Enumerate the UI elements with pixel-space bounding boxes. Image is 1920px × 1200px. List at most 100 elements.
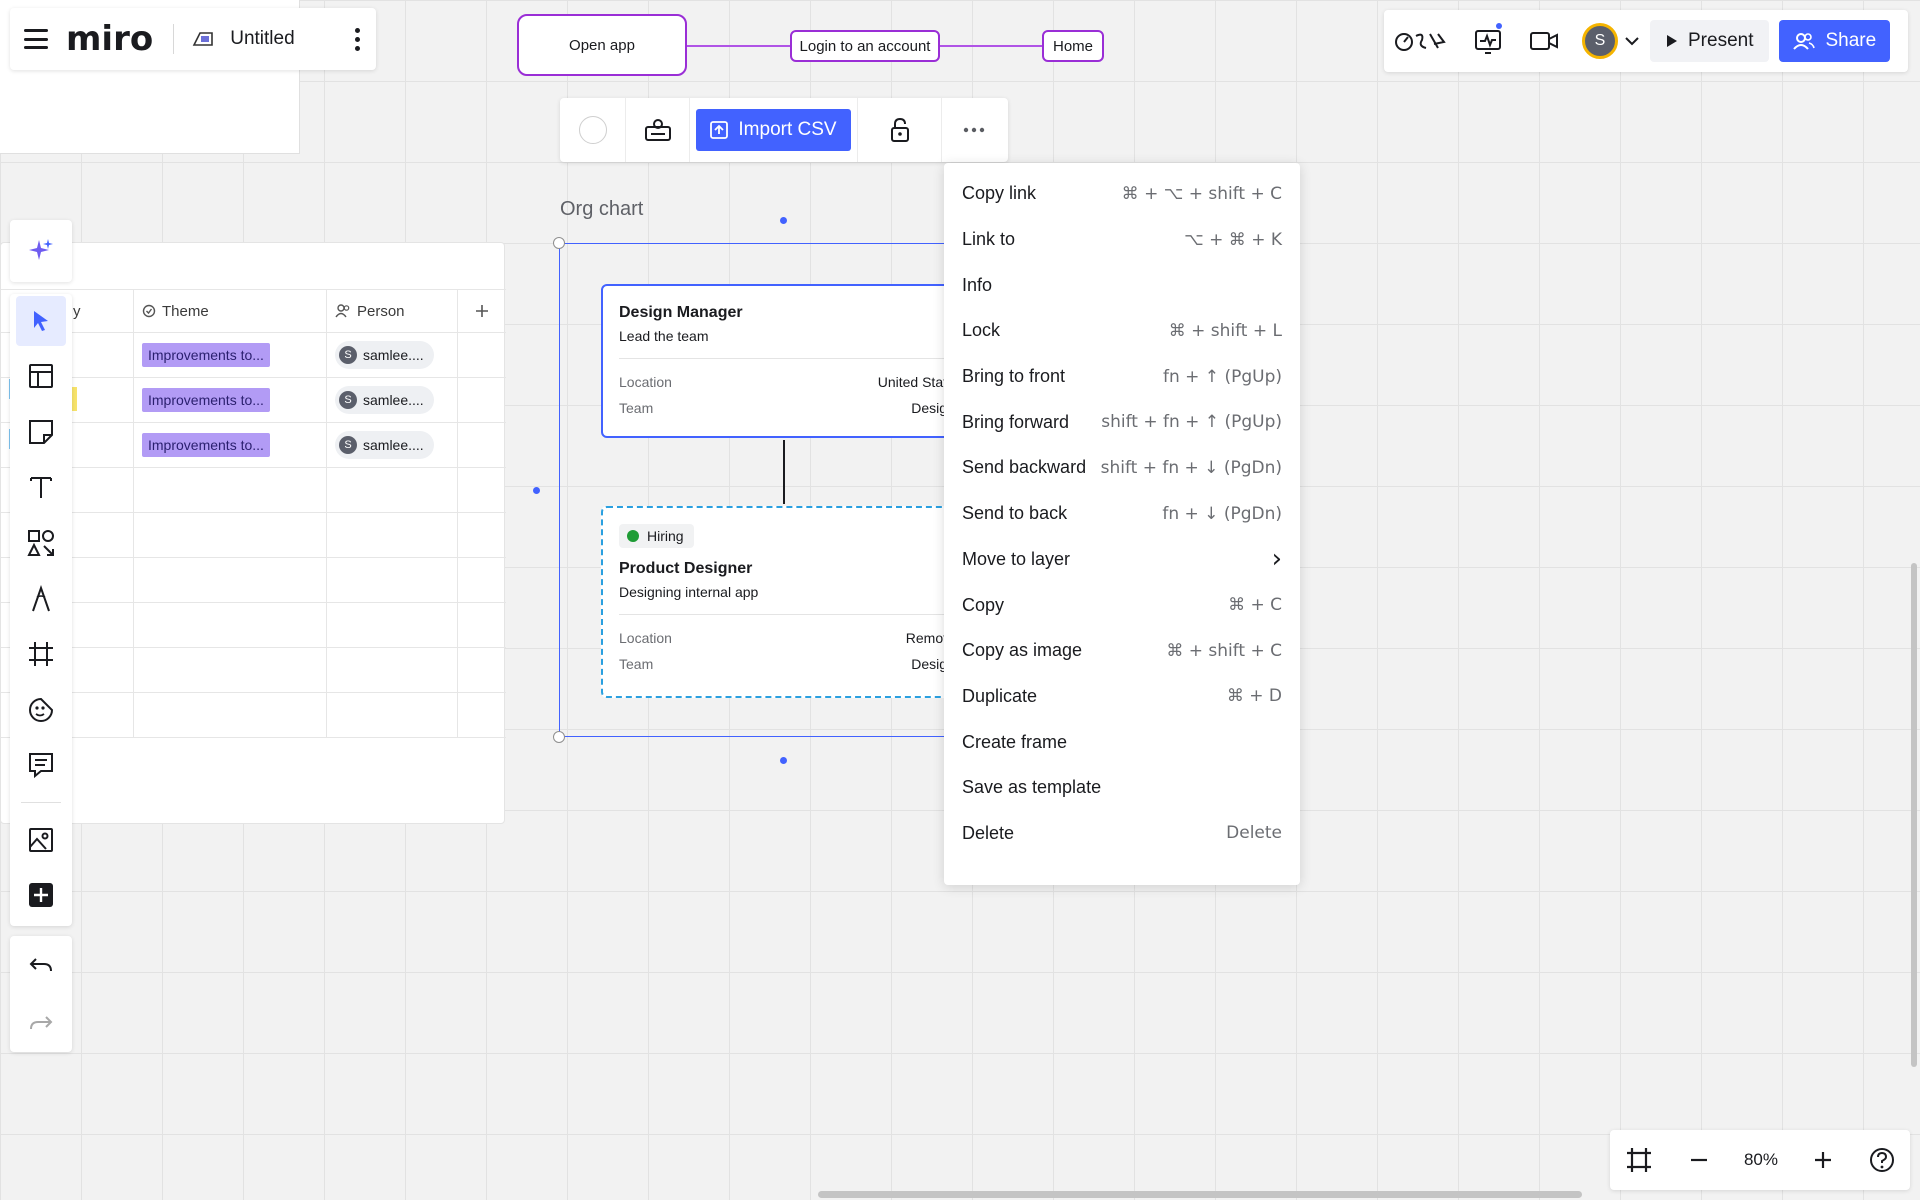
table-row[interactable]	[1, 693, 506, 738]
connection-handle[interactable]	[780, 757, 787, 764]
color-swatch[interactable]	[578, 116, 607, 144]
connection-handle[interactable]	[780, 217, 787, 224]
table-widget[interactable]: y Theme Person Improvements to... Ssamle…	[0, 242, 506, 824]
vertical-scrollbar[interactable]	[1911, 563, 1917, 1067]
theme-tag[interactable]: Improvements to...	[142, 388, 270, 412]
table-cell[interactable]: Ssamlee....	[327, 333, 458, 377]
person-chip[interactable]: Ssamlee....	[335, 341, 434, 369]
pen-tool[interactable]	[16, 574, 66, 624]
present-label: Present	[1688, 30, 1754, 51]
board-options-icon[interactable]	[352, 27, 362, 51]
person-chip[interactable]: Ssamlee....	[335, 386, 434, 414]
help-icon[interactable]	[1868, 1146, 1896, 1174]
zoom-in-icon[interactable]	[1812, 1149, 1834, 1171]
shapes-tool[interactable]	[16, 518, 66, 568]
video-icon[interactable]	[1526, 23, 1562, 59]
card-stack-icon	[644, 119, 671, 141]
menu-icon[interactable]	[24, 29, 48, 49]
org-card-design-manager[interactable]: Design Manager Lead the team Location Uni…	[601, 284, 1001, 438]
table-cell[interactable]: Improvements to...	[134, 423, 327, 467]
flow-node-home[interactable]: Home	[1042, 30, 1104, 62]
person-chip[interactable]: Ssamlee....	[335, 431, 434, 459]
resize-handle[interactable]	[553, 731, 565, 743]
menu-item-bring-to-front[interactable]: Bring to front fn + ↑ (PgUp)	[944, 354, 1300, 400]
menu-item-create-frame[interactable]: Create frame	[944, 719, 1300, 765]
table-row[interactable]	[1, 468, 506, 513]
org-card-product-designer[interactable]: Hiring Product Designer Designing intern…	[601, 506, 1001, 698]
sticky-note-tool[interactable]	[16, 407, 66, 457]
menu-item-delete[interactable]: Delete Delete	[944, 811, 1300, 857]
lock-button[interactable]	[858, 98, 942, 162]
import-csv-button[interactable]: Import CSV	[696, 109, 851, 151]
more-options-button[interactable]	[942, 98, 1006, 162]
upload-image-tool[interactable]	[16, 815, 66, 865]
fit-to-screen-icon[interactable]	[1624, 1145, 1654, 1175]
column-header-theme[interactable]: Theme	[134, 290, 327, 332]
table-grid: y Theme Person Improvements to... Ssamle…	[1, 289, 506, 738]
zoom-out-icon[interactable]	[1688, 1149, 1710, 1171]
board-title[interactable]: Untitled	[230, 28, 294, 50]
menu-item-duplicate[interactable]: Duplicate ⌘ + D	[944, 674, 1300, 720]
shapes-icon	[27, 529, 54, 556]
resize-handle[interactable]	[553, 237, 565, 249]
layout-icon	[29, 364, 53, 389]
table-cell[interactable]: Ssamlee....	[327, 378, 458, 422]
share-button[interactable]: Share	[1779, 20, 1891, 62]
table-row[interactable]	[1, 603, 506, 648]
column-header-person[interactable]: Person	[327, 290, 458, 332]
add-column-button[interactable]	[458, 290, 506, 332]
menu-item-copy-as-image[interactable]: Copy as image ⌘ + shift + C	[944, 628, 1300, 674]
activity-icon[interactable]	[1470, 23, 1506, 59]
menu-item-link-to[interactable]: Link to ⌥ + ⌘ + K	[944, 217, 1300, 263]
theme-tag[interactable]: Improvements to...	[142, 343, 270, 367]
menu-item-info[interactable]: Info	[944, 262, 1300, 308]
flow-node-open-app[interactable]: Open app	[517, 14, 687, 76]
templates-tool[interactable]	[16, 352, 66, 402]
comment-tool[interactable]	[16, 740, 66, 790]
theme-tag[interactable]: Improvements to...	[142, 433, 270, 457]
table-cell[interactable]: Ssamlee....	[327, 423, 458, 467]
present-button[interactable]: Present	[1650, 20, 1770, 62]
stickers-tool[interactable]	[16, 685, 66, 735]
color-picker[interactable]	[560, 98, 626, 162]
zoom-level[interactable]: 80%	[1744, 1150, 1778, 1170]
horizontal-scrollbar[interactable]	[818, 1191, 1582, 1198]
table-cell[interactable]: Improvements to...	[134, 378, 327, 422]
menu-item-lock[interactable]: Lock ⌘ + shift + L	[944, 308, 1300, 354]
avatar[interactable]: S	[1582, 23, 1618, 59]
menu-item-send-to-back[interactable]: Send to back fn + ↓ (PgDn)	[944, 491, 1300, 537]
table-row[interactable]: Improvements to... Ssamlee....	[1, 333, 506, 378]
table-row[interactable]: Improvements to... Ssamlee....	[1, 423, 506, 468]
connection-handle[interactable]	[533, 487, 540, 494]
person-name: samlee....	[363, 437, 424, 453]
more-apps-tool[interactable]	[16, 870, 66, 920]
text-tool[interactable]	[16, 463, 66, 513]
select-tool[interactable]	[16, 296, 66, 346]
frame-icon	[29, 642, 53, 667]
menu-item-copy[interactable]: Copy ⌘ + C	[944, 582, 1300, 628]
card-name: Design Manager	[619, 304, 743, 321]
chevron-right-icon: ›	[1271, 544, 1282, 575]
data-source-button[interactable]	[626, 98, 690, 162]
ai-assist-button[interactable]	[10, 220, 72, 282]
reactions-icon[interactable]	[1394, 23, 1450, 59]
undo-icon[interactable]	[28, 955, 54, 975]
flow-node-login[interactable]: Login to an account	[790, 30, 940, 62]
org-chart-frame[interactable]: Design Manager Lead the team Location Uni…	[559, 243, 1001, 737]
user-menu[interactable]: S	[1582, 23, 1640, 59]
chevron-down-icon[interactable]	[1624, 36, 1640, 46]
table-row[interactable]	[1, 513, 506, 558]
menu-item-save-as-template[interactable]: Save as template	[944, 765, 1300, 811]
frame-tool[interactable]	[16, 629, 66, 679]
menu-item-bring-forward[interactable]: Bring forward shift + fn + ↑ (PgUp)	[944, 399, 1300, 445]
table-row[interactable]	[1, 648, 506, 693]
menu-item-send-backward[interactable]: Send backward shift + fn + ↓ (PgDn)	[944, 445, 1300, 491]
menu-item-copy-link[interactable]: Copy link ⌘ + ⌥ + shift + C	[944, 171, 1300, 217]
redo-icon[interactable]	[28, 1013, 54, 1033]
table-cell[interactable]: Improvements to...	[134, 333, 327, 377]
frame-title[interactable]: Org chart	[560, 198, 643, 221]
share-label: Share	[1825, 30, 1877, 51]
table-row[interactable]	[1, 558, 506, 603]
menu-item-move-to-layer[interactable]: Move to layer ›	[944, 537, 1300, 583]
sparkle-icon	[29, 239, 53, 260]
